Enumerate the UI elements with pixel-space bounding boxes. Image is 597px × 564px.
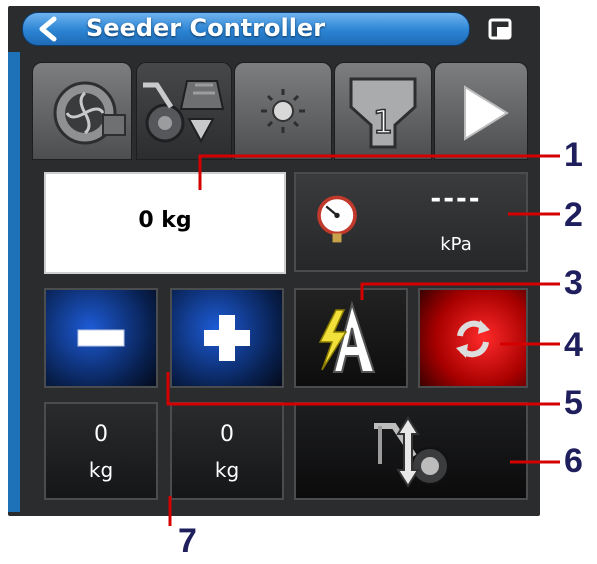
back-button[interactable]: [32, 16, 64, 42]
tab-bin-1[interactable]: 1: [334, 62, 432, 160]
callout-5: 5: [564, 384, 583, 422]
sensor-icon: [261, 89, 305, 133]
page-title: Seeder Controller: [86, 14, 326, 42]
reset-button[interactable]: [418, 288, 528, 388]
tab-fan[interactable]: [32, 62, 132, 160]
pressure-unit: kPa: [440, 234, 472, 255]
bin-number: 1: [373, 103, 393, 141]
counter-unit: kg: [214, 458, 240, 482]
weight-display[interactable]: 0 kg: [44, 172, 286, 274]
counter-button-1[interactable]: 0 kg: [44, 402, 158, 500]
counter-unit: kg: [88, 458, 114, 482]
tab-seeder-drive[interactable]: [136, 62, 232, 160]
weight-value: 0 kg: [138, 208, 192, 233]
fan-icon: [53, 81, 126, 145]
counter-button-2[interactable]: 0 kg: [170, 402, 284, 500]
callout-7: 7: [178, 522, 197, 560]
callout-4: 4: [564, 326, 583, 364]
callout-1: 1: [564, 136, 583, 174]
plus-icon: [204, 315, 250, 361]
tab-sensor[interactable]: [234, 62, 332, 160]
reset-icon: [456, 320, 490, 358]
auto-mode-icon: [318, 300, 376, 373]
next-arrow-icon: [464, 85, 509, 141]
bin-icon: 1: [349, 77, 417, 149]
pressure-value: ----: [430, 184, 482, 214]
counter-value: 0: [220, 422, 234, 447]
counter-value: 0: [94, 422, 108, 447]
left-accent-strip: [8, 52, 20, 512]
lift-icon: [374, 416, 449, 488]
callout-3: 3: [564, 264, 583, 302]
lift-lower-button[interactable]: [294, 402, 528, 500]
auto-mode-button[interactable]: [294, 288, 408, 388]
increase-button[interactable]: [170, 288, 284, 388]
window-toggle-button[interactable]: [486, 14, 516, 44]
tab-next[interactable]: [434, 62, 528, 160]
back-arrow-icon: [39, 16, 57, 42]
pressure-gauge-icon: [317, 195, 357, 243]
seeder-drive-icon: [143, 80, 225, 144]
callout-6: 6: [564, 442, 583, 480]
decrease-button[interactable]: [44, 288, 158, 388]
window-toggle-icon: [488, 18, 512, 40]
pressure-button[interactable]: ---- kPa: [294, 172, 528, 272]
minus-icon: [77, 329, 125, 347]
callout-2: 2: [564, 196, 583, 234]
